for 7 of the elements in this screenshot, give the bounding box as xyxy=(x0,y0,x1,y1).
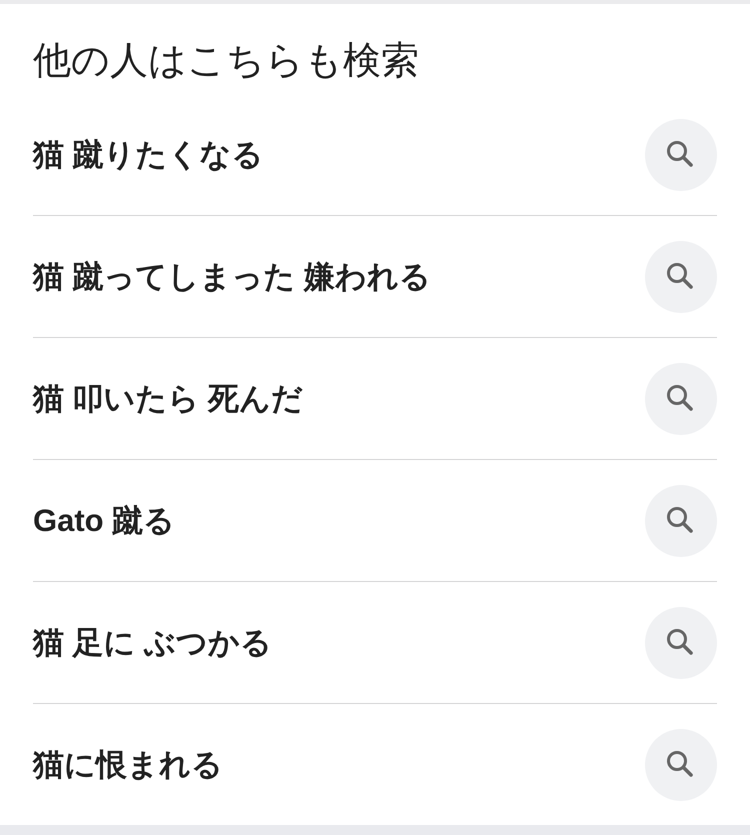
search-icon[interactable] xyxy=(645,606,717,678)
search-icon[interactable] xyxy=(645,118,717,190)
search-icon[interactable] xyxy=(645,484,717,556)
search-icon[interactable] xyxy=(645,728,717,800)
search-icon[interactable] xyxy=(645,240,717,312)
section-title: 他の人はこちらも検索 xyxy=(33,41,419,81)
search-icon[interactable] xyxy=(645,362,717,434)
